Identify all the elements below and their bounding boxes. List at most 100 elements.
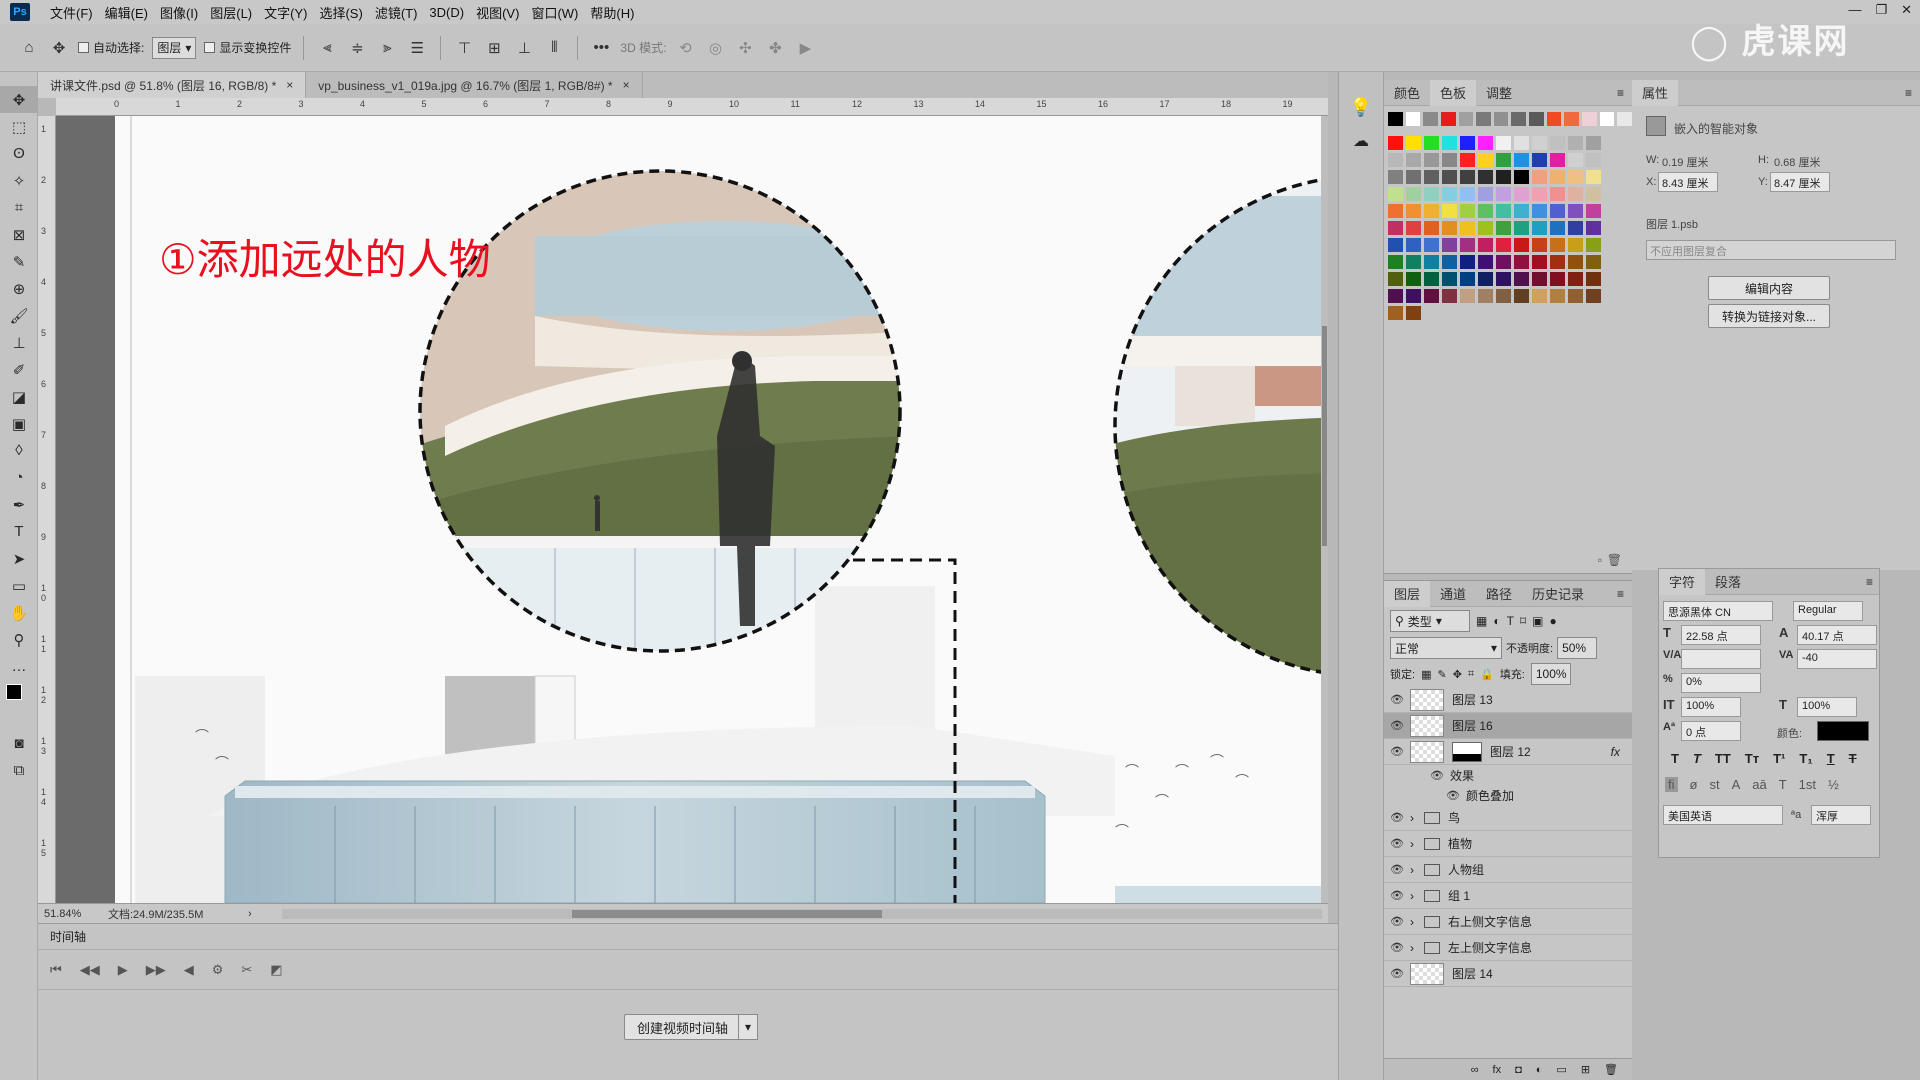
tab-close-icon[interactable]: × xyxy=(286,78,293,92)
swatch[interactable] xyxy=(1388,204,1403,218)
swatch[interactable] xyxy=(1424,136,1439,150)
swatch[interactable] xyxy=(1406,153,1421,167)
menu-window[interactable]: 窗口(W) xyxy=(525,3,584,22)
visibility-eye-icon[interactable]: 👁 xyxy=(1384,719,1410,732)
vertical-scrollbar[interactable] xyxy=(1321,116,1328,903)
expand-chevron-icon[interactable]: › xyxy=(1410,837,1420,851)
menu-layer[interactable]: 图层(L) xyxy=(204,3,258,22)
align-center-icon[interactable]: ≑ xyxy=(346,37,368,59)
swatch[interactable] xyxy=(1586,187,1601,201)
magic-wand-icon[interactable]: ✧ xyxy=(0,167,38,194)
visibility-eye-icon[interactable]: 👁 xyxy=(1384,915,1410,928)
swatch[interactable] xyxy=(1478,238,1493,252)
zoom-tool-icon[interactable]: ⚲ xyxy=(0,626,38,653)
swatch[interactable] xyxy=(1568,170,1583,184)
swatch[interactable] xyxy=(1406,170,1421,184)
swatch[interactable] xyxy=(1532,272,1547,286)
swatch[interactable] xyxy=(1406,136,1421,150)
kerning-field[interactable] xyxy=(1681,649,1761,669)
visibility-eye-icon[interactable]: 👁 xyxy=(1384,837,1410,850)
x-field[interactable]: 8.43 厘米 xyxy=(1658,172,1718,192)
swatch[interactable] xyxy=(1532,187,1547,201)
swatch[interactable] xyxy=(1388,221,1403,235)
swatch[interactable] xyxy=(1478,255,1493,269)
swatch[interactable] xyxy=(1514,272,1529,286)
layer-row[interactable]: 👁 图层 13 xyxy=(1384,687,1632,713)
swatch[interactable] xyxy=(1424,272,1439,286)
settings-icon[interactable]: ⚙ xyxy=(212,962,224,978)
align-bottom-icon[interactable]: ⊥ xyxy=(513,37,535,59)
tab-channels[interactable]: 通道 xyxy=(1430,581,1476,607)
swatch[interactable] xyxy=(1514,187,1529,201)
panel-menu-icon[interactable]: ≡ xyxy=(1617,587,1624,601)
expand-chevron-icon[interactable]: › xyxy=(1410,941,1420,955)
swatch[interactable] xyxy=(1514,204,1529,218)
tab-history[interactable]: 历史记录 xyxy=(1522,581,1594,607)
swatch[interactable] xyxy=(1460,204,1475,218)
filter-type-icon[interactable]: T xyxy=(1507,614,1514,628)
swatch[interactable] xyxy=(1424,170,1439,184)
layer-row[interactable]: 👁 › 右上侧文字信息 xyxy=(1384,909,1632,935)
more-options-icon[interactable]: ••• xyxy=(590,37,612,59)
swatch[interactable] xyxy=(1550,272,1565,286)
swatch[interactable] xyxy=(1388,306,1403,320)
menu-filter[interactable]: 滤镜(T) xyxy=(369,3,424,22)
small-caps-icon[interactable]: Tт xyxy=(1745,751,1759,766)
swatch[interactable] xyxy=(1550,136,1565,150)
delete-layer-icon[interactable]: 🗑 xyxy=(1604,1063,1618,1076)
expand-chevron-icon[interactable]: › xyxy=(1410,811,1420,825)
swatch[interactable] xyxy=(1478,153,1493,167)
swatch[interactable] xyxy=(1586,153,1601,167)
swatch[interactable] xyxy=(1388,255,1403,269)
tab-layers[interactable]: 图层 xyxy=(1384,580,1431,607)
learn-icon[interactable]: 💡 xyxy=(1348,94,1374,120)
tab-close-icon[interactable]: × xyxy=(623,78,630,92)
swatch[interactable] xyxy=(1496,221,1511,235)
swatch[interactable] xyxy=(1586,204,1601,218)
swatch[interactable] xyxy=(1532,255,1547,269)
swatch[interactable] xyxy=(1550,153,1565,167)
titling-icon[interactable]: T xyxy=(1779,777,1787,792)
distribute-icon[interactable]: ☰ xyxy=(406,37,428,59)
swatch[interactable] xyxy=(1460,187,1475,201)
swatch[interactable] xyxy=(1442,187,1457,201)
tab-character[interactable]: 字符 xyxy=(1659,568,1706,595)
align-left-icon[interactable]: ⫷ xyxy=(316,37,338,59)
brush-tool-icon[interactable]: 🖌 xyxy=(0,302,38,329)
opacity-field[interactable]: 50% xyxy=(1557,637,1598,659)
swatch[interactable] xyxy=(1423,112,1438,126)
discretionary-icon[interactable]: st xyxy=(1709,777,1719,792)
swatch[interactable] xyxy=(1406,255,1421,269)
y-field[interactable]: 8.47 厘米 xyxy=(1770,172,1830,192)
font-family-dropdown[interactable]: 思源黑体 CN xyxy=(1663,601,1773,621)
quick-mask-icon[interactable]: ◙ xyxy=(0,730,38,757)
swatch[interactable] xyxy=(1424,187,1439,201)
swatch[interactable] xyxy=(1406,306,1421,320)
3d-pan-icon[interactable]: ✣ xyxy=(734,37,756,59)
first-frame-icon[interactable]: ⏮ xyxy=(50,962,62,978)
swatch[interactable] xyxy=(1442,136,1457,150)
filter-adjust-icon[interactable]: ◐ xyxy=(1493,614,1500,628)
new-layer-icon[interactable]: ⊞ xyxy=(1581,1063,1590,1076)
crop-tool-icon[interactable]: ⌗ xyxy=(0,194,38,221)
tab-paragraph[interactable]: 段落 xyxy=(1705,569,1751,595)
lock-paint-icon[interactable]: ✎ xyxy=(1437,668,1446,681)
layer-row[interactable]: 👁 › 植物 xyxy=(1384,831,1632,857)
layer-row[interactable]: 👁 › 人物组 xyxy=(1384,857,1632,883)
tab-color[interactable]: 颜色 xyxy=(1384,80,1430,106)
menu-type[interactable]: 文字(Y) xyxy=(258,3,313,22)
swatch[interactable] xyxy=(1406,187,1421,201)
swatch[interactable] xyxy=(1493,112,1509,126)
visibility-eye-icon[interactable]: 👁 xyxy=(1384,941,1410,954)
underline-icon[interactable]: T xyxy=(1827,751,1835,766)
shape-tool-icon[interactable]: ▭ xyxy=(0,572,38,599)
swatch[interactable] xyxy=(1568,272,1583,286)
panel-menu-icon[interactable]: ≡ xyxy=(1905,86,1912,100)
filter-pixel-icon[interactable]: ▦ xyxy=(1476,614,1487,628)
show-transform-checkbox[interactable]: 显示变换控件 xyxy=(204,39,291,56)
swatch[interactable] xyxy=(1388,153,1403,167)
tab-swatches[interactable]: 色板 xyxy=(1430,79,1477,106)
distribute-vertical-icon[interactable]: ⫴ xyxy=(543,37,565,59)
swatch[interactable] xyxy=(1529,112,1544,126)
swatch[interactable] xyxy=(1586,170,1601,184)
